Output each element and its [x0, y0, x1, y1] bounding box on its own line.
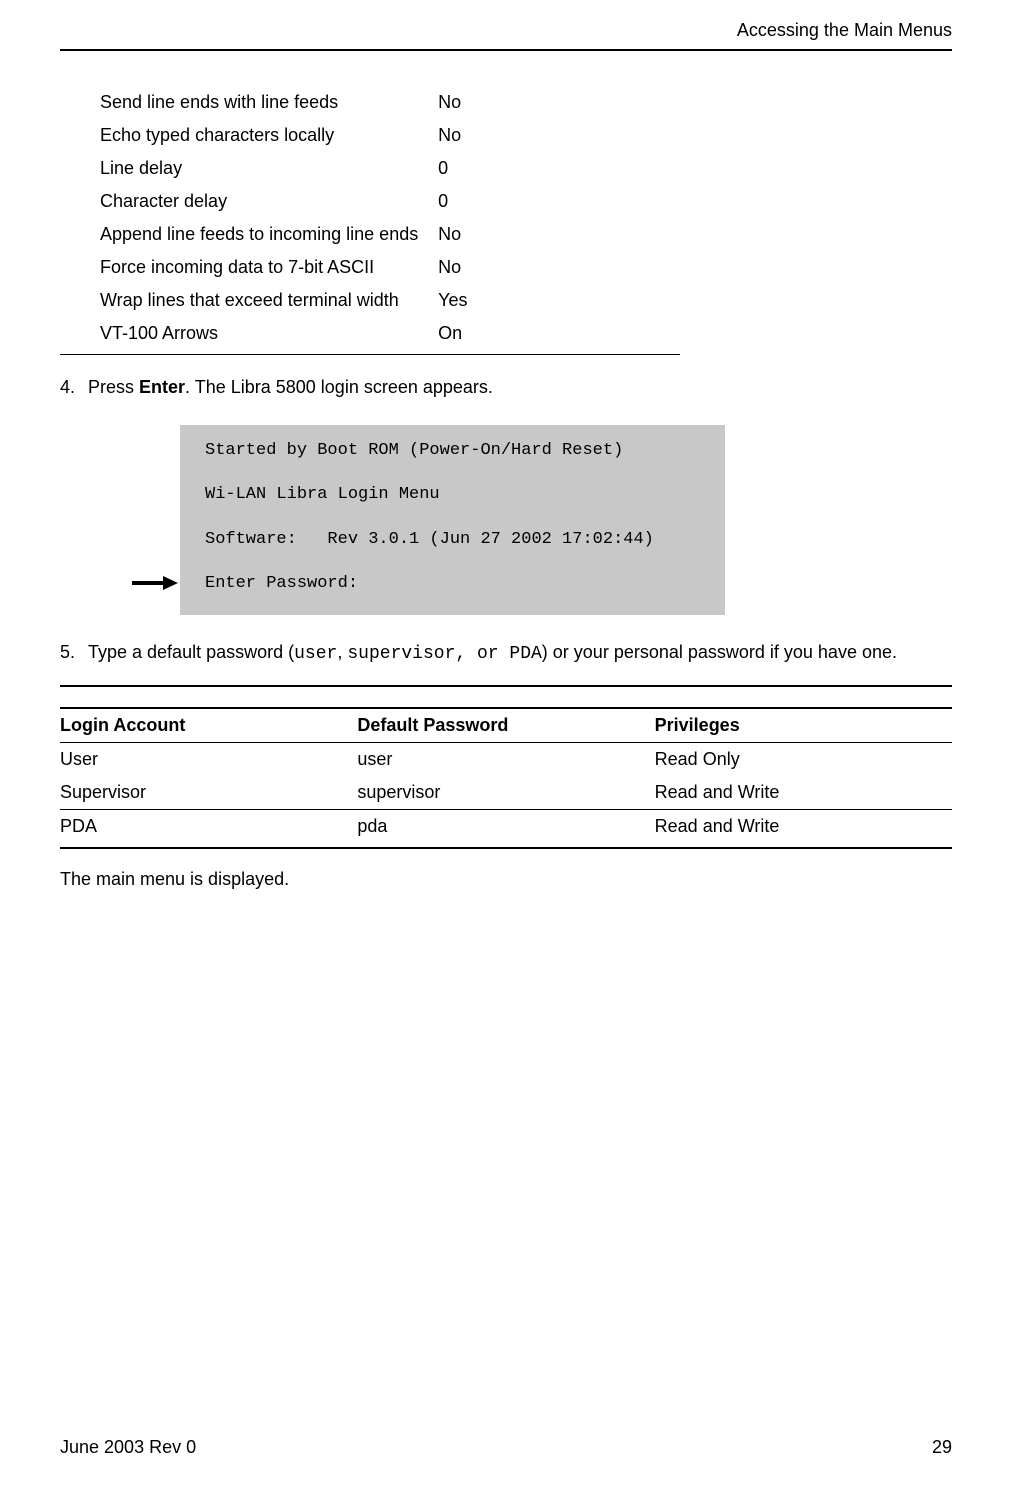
setting-value: No: [438, 251, 660, 284]
setting-value: On: [438, 317, 660, 350]
table-header-row: Login Account Default Password Privilege…: [60, 708, 952, 743]
setting-value: No: [438, 218, 660, 251]
text: . The Libra 5800 login screen appears.: [185, 377, 493, 397]
table-row: Line delay0: [100, 152, 660, 185]
terminal-line: Software: Rev 3.0.1 (Jun 27 2002 17:02:4…: [205, 530, 654, 549]
col-header-password: Default Password: [357, 708, 654, 743]
table-row: User user Read Only: [60, 743, 952, 777]
cell-privileges: Read and Write: [655, 776, 952, 810]
header-section-title: Accessing the Main Menus: [60, 20, 952, 41]
header-rule: [60, 49, 952, 51]
table-top-rule: [60, 685, 952, 689]
setting-label: Line delay: [100, 152, 438, 185]
step-5: 5. Type a default password (user, superv…: [60, 640, 952, 667]
cell-password: user: [357, 743, 654, 777]
text: ,: [337, 642, 347, 662]
setting-value: No: [438, 119, 660, 152]
page-footer: June 2003 Rev 0 29: [60, 1437, 952, 1458]
footer-date: June 2003 Rev 0: [60, 1437, 196, 1458]
text: Type a default password (: [88, 642, 294, 662]
setting-value: Yes: [438, 284, 660, 317]
step-4: 4. Press Enter. The Libra 5800 login scr…: [60, 375, 952, 400]
table-row: PDA pda Read and Write: [60, 810, 952, 844]
table-row: Force incoming data to 7-bit ASCIINo: [100, 251, 660, 284]
setting-label: Wrap lines that exceed terminal width: [100, 284, 438, 317]
setting-label: Character delay: [100, 185, 438, 218]
setting-label: VT-100 Arrows: [100, 317, 438, 350]
text: Press: [88, 377, 139, 397]
settings-table-rule: [60, 354, 680, 355]
cell-account: User: [60, 743, 357, 777]
setting-label: Send line ends with line feeds: [100, 86, 438, 119]
setting-value: 0: [438, 152, 660, 185]
cell-account: Supervisor: [60, 776, 357, 810]
step-text: Type a default password (user, superviso…: [88, 640, 952, 667]
cell-password: pda: [357, 810, 654, 844]
mono-text: user: [294, 644, 337, 664]
settings-table: Send line ends with line feedsNo Echo ty…: [100, 86, 660, 350]
cell-privileges: Read Only: [655, 743, 952, 777]
table-row: Character delay0: [100, 185, 660, 218]
table-row: Append line feeds to incoming line endsN…: [100, 218, 660, 251]
cell-password: supervisor: [357, 776, 654, 810]
terminal-line: Started by Boot ROM (Power-On/Hard Reset…: [205, 441, 623, 460]
terminal-line: Enter Password:: [205, 574, 358, 593]
text: ) or your personal password if you have …: [542, 642, 897, 662]
table-row: Send line ends with line feedsNo: [100, 86, 660, 119]
setting-value: No: [438, 86, 660, 119]
col-header-account: Login Account: [60, 708, 357, 743]
table-row: Echo typed characters locallyNo: [100, 119, 660, 152]
step-number: 5.: [60, 640, 88, 667]
col-header-privileges: Privileges: [655, 708, 952, 743]
footer-page-number: 29: [932, 1437, 952, 1458]
terminal-line: Wi-LAN Libra Login Menu: [205, 485, 440, 504]
cell-account: PDA: [60, 810, 357, 844]
step-number: 4.: [60, 375, 88, 400]
step-text: Press Enter. The Libra 5800 login screen…: [88, 375, 952, 400]
body-text: The main menu is displayed.: [60, 869, 952, 890]
terminal-container: Started by Boot ROM (Power-On/Hard Reset…: [180, 425, 952, 615]
setting-label: Append line feeds to incoming line ends: [100, 218, 438, 251]
mono-text: supervisor, or PDA: [347, 644, 541, 664]
table-row: VT-100 ArrowsOn: [100, 317, 660, 350]
login-table: Login Account Default Password Privilege…: [60, 707, 952, 843]
arrow-icon: [130, 573, 180, 598]
setting-label: Force incoming data to 7-bit ASCII: [100, 251, 438, 284]
bold-text: Enter: [139, 377, 185, 397]
cell-privileges: Read and Write: [655, 810, 952, 844]
table-row: Wrap lines that exceed terminal widthYes: [100, 284, 660, 317]
terminal-screen: Started by Boot ROM (Power-On/Hard Reset…: [180, 425, 725, 615]
login-table-rule: [60, 847, 952, 849]
table-row: Supervisor supervisor Read and Write: [60, 776, 952, 810]
setting-value: 0: [438, 185, 660, 218]
setting-label: Echo typed characters locally: [100, 119, 438, 152]
